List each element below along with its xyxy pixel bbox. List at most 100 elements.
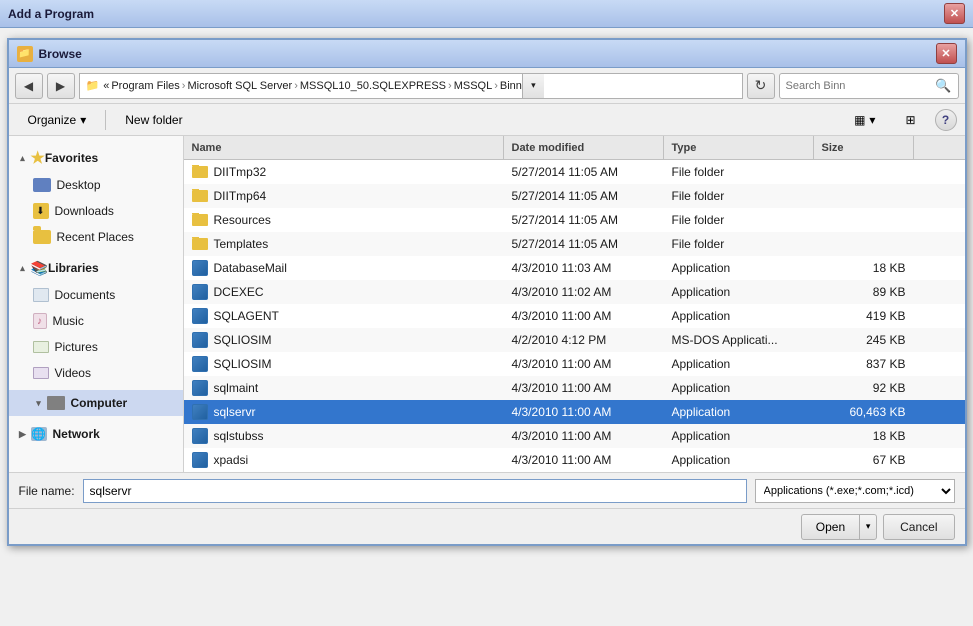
refresh-button[interactable]: ↻: [747, 73, 775, 99]
file-name-cell: SQLIOSIM: [184, 356, 504, 372]
search-input[interactable]: [786, 80, 932, 92]
path-dropdown-button[interactable]: ▾: [522, 73, 544, 99]
organize-button[interactable]: Organize ▾: [17, 107, 98, 133]
path-sep-2: ›: [294, 80, 298, 92]
filename-input[interactable]: [83, 479, 747, 503]
table-row[interactable]: SQLIOSIM 4/3/2010 11:00 AM Application 8…: [184, 352, 965, 376]
col-type-label: Type: [672, 142, 697, 154]
organize-arrow-icon: ▾: [80, 113, 86, 127]
file-name-text: xpadsi: [214, 453, 249, 467]
file-type-cell: Application: [664, 261, 814, 275]
table-row[interactable]: Templates 5/27/2014 11:05 AM File folder: [184, 232, 965, 256]
sidebar-item-network[interactable]: ▶ 🌐 Network: [9, 420, 183, 448]
open-arrow-button[interactable]: ▾: [859, 514, 877, 540]
path-part-instance[interactable]: MSSQL10_50.SQLEXPRESS: [300, 80, 446, 92]
table-row[interactable]: DIITmp64 5/27/2014 11:05 AM File folder: [184, 184, 965, 208]
file-size-cell: 60,463 KB: [814, 405, 914, 419]
path-part-mssql[interactable]: MSSQL: [454, 80, 493, 92]
sidebar-item-videos[interactable]: Videos: [9, 360, 183, 386]
back-button[interactable]: ◀: [15, 73, 43, 99]
view-arrow-icon: ▾: [869, 113, 875, 127]
music-label: Music: [53, 314, 84, 328]
search-box[interactable]: 🔍: [779, 73, 959, 99]
file-date-cell: 4/3/2010 11:02 AM: [504, 285, 664, 299]
file-name-cell: xpadsi: [184, 452, 504, 468]
add-program-title: Add a Program: [8, 7, 94, 21]
forward-button[interactable]: ▶: [47, 73, 75, 99]
network-section: ▶ 🌐 Network: [9, 420, 183, 448]
libraries-section: ▴ 📚 Libraries Documents ♪ Music: [9, 254, 183, 386]
sidebar-item-pictures[interactable]: Pictures: [9, 334, 183, 360]
help-button[interactable]: ?: [935, 109, 957, 131]
file-date-cell: 4/3/2010 11:00 AM: [504, 381, 664, 395]
pane-toggle-button[interactable]: ⊞: [894, 107, 926, 133]
cancel-button[interactable]: Cancel: [883, 514, 954, 540]
sidebar-item-downloads[interactable]: ⬇ Downloads: [9, 198, 183, 224]
table-row[interactable]: DatabaseMail 4/3/2010 11:03 AM Applicati…: [184, 256, 965, 280]
sidebar-item-computer[interactable]: ▾ Computer: [9, 390, 183, 416]
libraries-expand-icon: ▴: [17, 262, 29, 274]
table-row[interactable]: sqlservr 4/3/2010 11:00 AM Application 6…: [184, 400, 965, 424]
column-header-type[interactable]: Type: [664, 136, 814, 159]
new-folder-button[interactable]: New folder: [114, 107, 193, 133]
column-header-name[interactable]: Name: [184, 136, 504, 159]
file-name-text: sqlstubss: [214, 429, 264, 443]
file-name-text: Templates: [214, 237, 269, 251]
file-date-cell: 4/3/2010 11:03 AM: [504, 261, 664, 275]
open-button[interactable]: Open: [801, 514, 859, 540]
file-size-cell: 89 KB: [814, 285, 914, 299]
exe-icon: [192, 380, 208, 396]
file-name-text: DatabaseMail: [214, 261, 287, 275]
filetype-select[interactable]: Applications (*.exe;*.com;*.icd): [755, 479, 955, 503]
bottom-bar: File name: Applications (*.exe;*.com;*.i…: [9, 472, 965, 508]
table-row[interactable]: DIITmp32 5/27/2014 11:05 AM File folder: [184, 160, 965, 184]
path-part-programfiles[interactable]: Program Files: [111, 80, 179, 92]
favorites-expand-icon: ▴: [17, 152, 29, 164]
path-sep-4: ›: [494, 80, 498, 92]
path-sep-3: ›: [448, 80, 452, 92]
computer-expand-icon: ▾: [33, 397, 45, 409]
browse-title: Browse: [39, 47, 82, 61]
col-size-label: Size: [822, 142, 844, 154]
table-row[interactable]: xpadsi 4/3/2010 11:00 AM Application 67 …: [184, 448, 965, 472]
address-path[interactable]: 📁 « Program Files › Microsoft SQL Server…: [79, 73, 743, 99]
file-date-cell: 4/3/2010 11:00 AM: [504, 429, 664, 443]
favorites-header[interactable]: ▴ ★ Favorites: [9, 144, 183, 172]
table-row[interactable]: DCEXEC 4/3/2010 11:02 AM Application 89 …: [184, 280, 965, 304]
file-panel: Name Date modified Type Size: [184, 136, 965, 472]
exe-icon: [192, 356, 208, 372]
table-row[interactable]: SQLIOSIM 4/2/2010 4:12 PM MS-DOS Applica…: [184, 328, 965, 352]
outer-close-button[interactable]: ✕: [944, 3, 965, 24]
table-row[interactable]: sqlstubss 4/3/2010 11:00 AM Application …: [184, 424, 965, 448]
file-date-cell: 4/3/2010 11:00 AM: [504, 357, 664, 371]
column-header-size[interactable]: Size: [814, 136, 914, 159]
file-name-cell: sqlservr: [184, 404, 504, 420]
table-row[interactable]: SQLAGENT 4/3/2010 11:00 AM Application 4…: [184, 304, 965, 328]
sidebar-item-desktop[interactable]: Desktop: [9, 172, 183, 198]
browse-close-button[interactable]: ✕: [936, 43, 957, 64]
file-name-text: DIITmp32: [214, 165, 267, 179]
column-header-date[interactable]: Date modified: [504, 136, 664, 159]
sidebar-item-recent[interactable]: Recent Places: [9, 224, 183, 250]
file-type-cell: File folder: [664, 189, 814, 203]
table-row[interactable]: Resources 5/27/2014 11:05 AM File folder: [184, 208, 965, 232]
file-type-cell: Application: [664, 285, 814, 299]
favorites-label: Favorites: [45, 151, 98, 165]
path-part-binn[interactable]: Binn: [500, 80, 522, 92]
libraries-header[interactable]: ▴ 📚 Libraries: [9, 254, 183, 282]
documents-label: Documents: [55, 288, 116, 302]
table-row[interactable]: sqlmaint 4/3/2010 11:00 AM Application 9…: [184, 376, 965, 400]
exe-icon: [192, 260, 208, 276]
folder-icon: [192, 166, 208, 178]
sidebar-item-documents[interactable]: Documents: [9, 282, 183, 308]
view-button[interactable]: ▦ ▾: [843, 107, 886, 133]
videos-icon: [33, 367, 49, 379]
computer-label: Computer: [71, 396, 128, 410]
file-name-cell: DIITmp64: [184, 189, 504, 203]
recent-label: Recent Places: [57, 230, 134, 244]
file-name-cell: Templates: [184, 237, 504, 251]
path-part-mssqlserver[interactable]: Microsoft SQL Server: [187, 80, 292, 92]
search-icon[interactable]: 🔍: [935, 78, 951, 94]
sidebar-item-music[interactable]: ♪ Music: [9, 308, 183, 334]
file-date-cell: 5/27/2014 11:05 AM: [504, 237, 664, 251]
